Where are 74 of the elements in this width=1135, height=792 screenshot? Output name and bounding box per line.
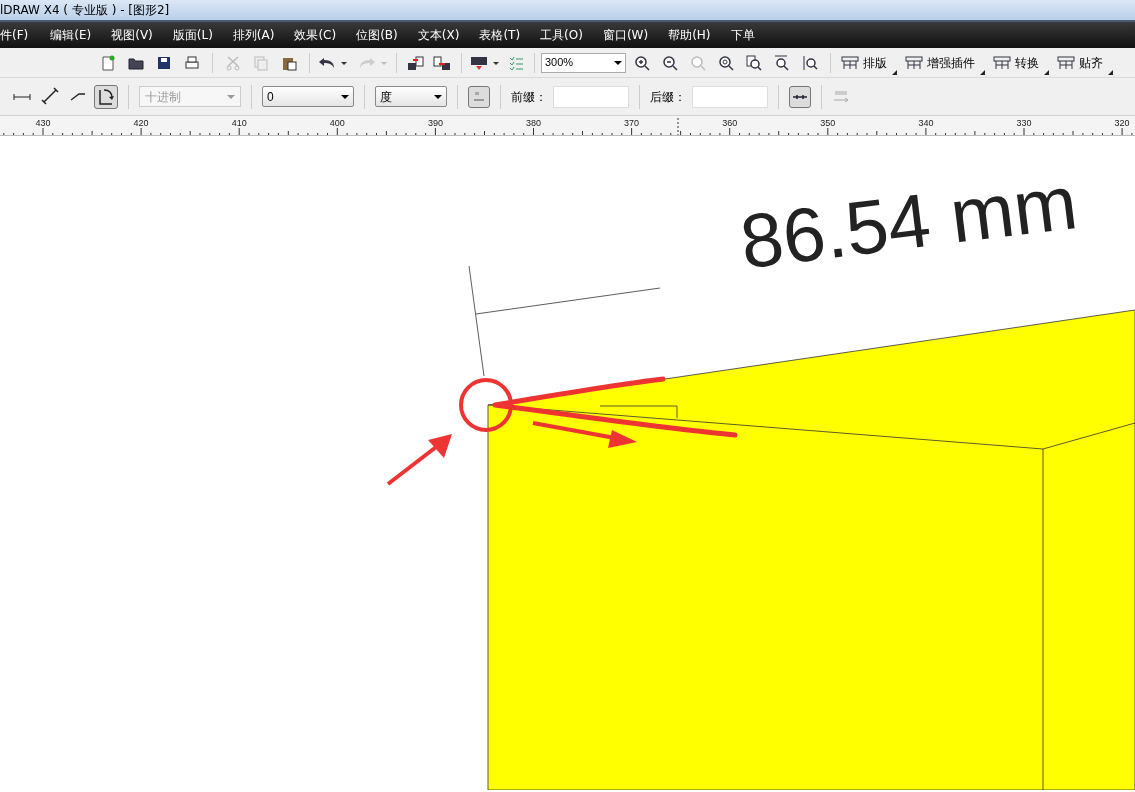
zoom-page-icon[interactable]	[746, 54, 762, 71]
zoom-in-icon[interactable]	[634, 54, 650, 71]
ruler-label: 360	[722, 117, 738, 130]
menu-item[interactable]: 排列(A)	[232, 26, 275, 44]
zoom-out-icon[interactable]	[662, 54, 678, 71]
suffix-field[interactable]	[692, 85, 768, 108]
corner-triangle-icon	[1044, 69, 1049, 75]
ruler-label: 400	[329, 117, 345, 130]
ruler-label: 340	[918, 117, 934, 130]
save-icon[interactable]	[156, 54, 172, 71]
prefix-label: 前缀：	[511, 88, 547, 106]
table-icon	[993, 55, 1011, 70]
unit-dropdown[interactable]: 度	[375, 86, 447, 107]
menu-item[interactable]: 版面(L)	[172, 26, 213, 44]
ruler-label: 350	[820, 117, 836, 130]
menu-item[interactable]: 位图(B)	[356, 26, 398, 44]
zoom-level-dropdown[interactable]: 300%	[541, 52, 626, 73]
import-icon[interactable]	[407, 54, 425, 71]
zoom-width-icon[interactable]	[774, 54, 790, 71]
menu-item[interactable]: 文本(X)	[417, 26, 460, 44]
menu-item[interactable]: 编辑(E)	[50, 26, 92, 44]
ruler-label: 320	[1114, 117, 1130, 130]
slanted-dimension-icon	[40, 86, 60, 107]
toolbar-button[interactable]: 贴齐	[1055, 50, 1113, 75]
table-icon	[1057, 55, 1075, 70]
precision-dropdown[interactable]: 0	[262, 86, 354, 107]
new-document-icon[interactable]	[100, 54, 116, 71]
toolbar-button[interactable]: 增强插件	[903, 50, 985, 75]
menu-item[interactable]: 帮助(H)	[668, 26, 711, 44]
menu-item[interactable]: 窗口(W)	[602, 26, 649, 44]
table-icon	[905, 55, 923, 70]
zoom-height-icon[interactable]	[802, 54, 818, 71]
menu-item[interactable]: 件(F)	[0, 26, 29, 44]
highlight-circle	[459, 378, 513, 432]
corner-triangle-icon	[892, 69, 897, 75]
menu-item[interactable]: 工具(O)	[540, 26, 583, 44]
zoom-all-icon[interactable]	[718, 54, 734, 71]
monitor-icon[interactable]	[470, 54, 488, 71]
angle-dimension-icon	[96, 86, 116, 107]
horizontal-dimension-icon	[13, 92, 31, 101]
ruler-label: 420	[133, 117, 149, 130]
caret-icon	[227, 93, 235, 100]
menu-item[interactable]: 效果(C)	[294, 26, 337, 44]
menu-item[interactable]: 下单	[730, 26, 755, 44]
corner-triangle-icon	[1108, 69, 1113, 75]
print-icon[interactable]	[184, 54, 200, 71]
caret-icon	[614, 59, 622, 66]
ruler-label: 430	[35, 117, 51, 130]
caret-icon	[341, 93, 349, 100]
leader-icon	[70, 92, 86, 101]
export-icon[interactable]	[433, 54, 451, 71]
dynamic-dimension-toggle[interactable]	[789, 85, 811, 108]
suffix-label: 后缀：	[650, 88, 686, 106]
dimension-label: 86.54 mm	[735, 158, 1082, 285]
table-icon	[841, 55, 859, 70]
ruler-label: 380	[526, 117, 541, 130]
angle-dimension-tool-button[interactable]	[94, 84, 118, 109]
toolbar-button[interactable]: 转换	[991, 50, 1049, 75]
checklist-icon[interactable]	[508, 54, 524, 71]
prefix-field[interactable]	[553, 85, 629, 108]
ruler-label: 330	[1016, 117, 1032, 130]
ruler-label: 370	[624, 117, 640, 130]
menu-item[interactable]: 视图(V)	[111, 26, 153, 44]
ruler-label: 410	[231, 117, 247, 130]
menu-item[interactable]: 表格(T)	[479, 26, 521, 44]
corner-triangle-icon	[980, 69, 985, 75]
window-title: lDRAW X4 ( 专业版 ) - [图形2]	[0, 2, 170, 19]
toolbar-button[interactable]: 排版	[839, 50, 897, 75]
pointer-arrow	[386, 434, 452, 486]
units-icon	[472, 90, 486, 103]
dimension-line-icon	[792, 92, 808, 101]
show-units-toggle[interactable]	[468, 85, 490, 108]
ruler-label: 390	[427, 117, 443, 130]
caret-icon	[434, 93, 442, 100]
